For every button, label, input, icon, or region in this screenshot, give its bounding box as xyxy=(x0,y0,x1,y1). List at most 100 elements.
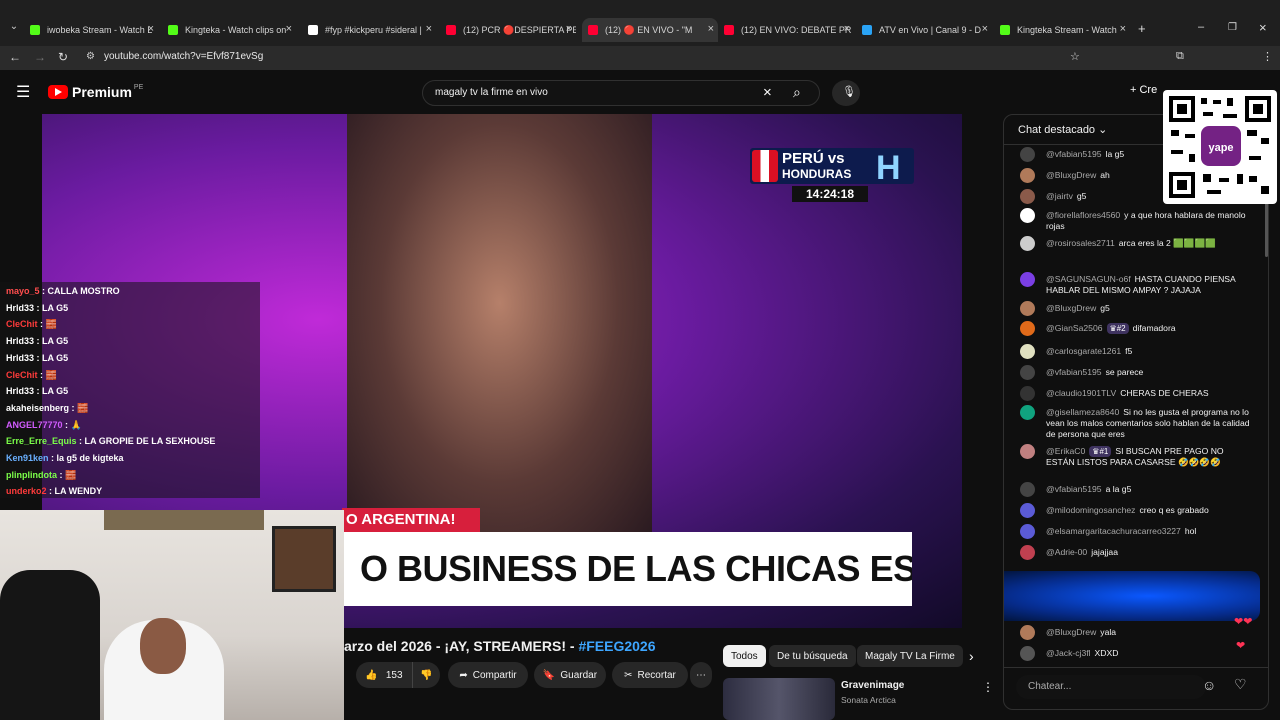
more-actions-button[interactable]: ⋯ xyxy=(690,662,712,688)
avatar[interactable] xyxy=(1020,503,1035,518)
avatar[interactable] xyxy=(1020,147,1035,162)
browser-tab[interactable]: Kingteka Stream - Watch × xyxy=(1000,18,1130,42)
chat-author[interactable]: @BluxgDrew xyxy=(1046,170,1096,180)
chat-author[interactable]: @Jack-cj3fl xyxy=(1046,648,1091,658)
avatar[interactable] xyxy=(1020,405,1035,420)
close-icon[interactable]: × xyxy=(286,23,292,35)
chat-author[interactable]: @rosirosales2711 xyxy=(1046,238,1115,248)
chat-author[interactable]: @fiorellaflores4560 xyxy=(1046,210,1120,220)
voice-search-button[interactable]: 🎙 xyxy=(832,80,860,106)
suggestion-thumbnail[interactable] xyxy=(723,678,835,720)
extensions-icon[interactable]: ⧉ xyxy=(1176,50,1184,63)
browser-tab[interactable]: (12) EN VIVO: DEBATE PR × xyxy=(724,18,854,42)
chat-author[interactable]: @Adrie-00 xyxy=(1046,547,1087,557)
forward-icon[interactable]: → xyxy=(34,50,46,64)
close-icon[interactable]: × xyxy=(148,23,154,35)
overlay-chat-message: : 🙏 xyxy=(62,419,82,430)
search-box[interactable]: magaly tv la firme en vivo × ⌕ xyxy=(422,80,820,106)
chat-author[interactable]: @carlosgarate1261 xyxy=(1046,346,1121,356)
reload-icon[interactable]: ↻ xyxy=(58,50,68,64)
browser-tab[interactable]: #fyp #kickperu #sideral | × xyxy=(308,18,436,42)
close-icon[interactable]: × xyxy=(708,23,714,35)
search-input[interactable]: magaly tv la firme en vivo xyxy=(435,87,548,98)
chat-author[interactable]: @jairtv xyxy=(1046,191,1073,201)
chip-from-search[interactable]: De tu búsqueda xyxy=(769,645,856,667)
save-button[interactable]: 🔖 Guardar xyxy=(534,662,606,688)
bookmark-star-icon[interactable]: ☆ xyxy=(1070,50,1080,63)
youtube-logo[interactable]: Premium PE xyxy=(48,84,143,100)
tab-title: Kingteka - Watch clips on xyxy=(185,25,287,35)
avatar[interactable] xyxy=(1020,625,1035,640)
close-icon[interactable]: × xyxy=(1120,23,1126,35)
maximize-icon[interactable]: ❐ xyxy=(1228,22,1237,33)
avatar[interactable] xyxy=(1020,444,1035,459)
dislike-button[interactable]: 👎 xyxy=(412,662,440,688)
tab-search-icon[interactable]: ⌄ xyxy=(6,21,22,37)
tab-favicon-icon xyxy=(30,25,40,35)
chevron-right-icon[interactable]: › xyxy=(969,648,974,664)
minimize-icon[interactable]: – xyxy=(1198,21,1204,33)
emoji-icon[interactable]: ☺ xyxy=(1202,677,1216,693)
avatar[interactable] xyxy=(1020,386,1035,401)
avatar[interactable] xyxy=(1020,365,1035,380)
video-hashtag[interactable]: #FEEG2026 xyxy=(578,638,655,654)
create-button[interactable]: + Cre xyxy=(1130,84,1157,96)
suggestion-title[interactable]: Gravenimage xyxy=(841,680,904,691)
suggestion-channel[interactable]: Sonata Arctica xyxy=(841,695,896,705)
chat-author[interactable]: @GianSa2506 xyxy=(1046,323,1103,333)
avatar[interactable] xyxy=(1020,344,1035,359)
like-button[interactable]: 👍 153 xyxy=(356,662,412,688)
search-icon[interactable]: ⌕ xyxy=(793,84,801,101)
close-icon[interactable]: × xyxy=(566,23,572,35)
site-info-icon[interactable]: ⚙ xyxy=(86,51,95,62)
back-icon[interactable]: ← xyxy=(9,50,21,64)
chat-author[interactable]: @elsamargaritacachuracarreo3227 xyxy=(1046,526,1181,536)
chat-author[interactable]: @gisellameza8640 xyxy=(1046,407,1119,417)
heart-icon[interactable]: ♡ xyxy=(1234,676,1247,693)
browser-tab[interactable]: Kingteka - Watch clips on × xyxy=(168,18,296,42)
share-button[interactable]: ➦ Compartir xyxy=(448,662,528,688)
url-field[interactable]: youtube.com/watch?v=Efvf871evSg xyxy=(104,51,263,62)
avatar[interactable] xyxy=(1020,168,1035,183)
clear-search-icon[interactable]: × xyxy=(763,84,772,101)
chip-magaly[interactable]: Magaly TV La Firme xyxy=(857,645,963,667)
avatar[interactable] xyxy=(1020,482,1035,497)
chat-author[interactable]: @vfabian5195 xyxy=(1046,149,1102,159)
chat-author[interactable]: @BluxgDrew xyxy=(1046,303,1096,313)
menu-kebab-icon[interactable]: ⋮ xyxy=(1262,50,1273,63)
chat-mode-dropdown[interactable]: Chat destacado ⌄ xyxy=(1018,123,1107,136)
avatar[interactable] xyxy=(1020,545,1035,560)
avatar[interactable] xyxy=(1020,646,1035,661)
close-icon[interactable]: × xyxy=(426,23,432,35)
chat-input-placeholder[interactable]: Chatear... xyxy=(1028,681,1218,705)
thumbs-down-icon: 👎 xyxy=(420,669,433,681)
chat-author[interactable]: @vfabian5195 xyxy=(1046,367,1102,377)
browser-tab-active[interactable]: (12) 🔴 EN VIVO - "M × xyxy=(582,18,718,42)
avatar[interactable] xyxy=(1020,301,1035,316)
close-window-icon[interactable]: × xyxy=(1259,20,1267,35)
chat-author[interactable]: @BluxgDrew xyxy=(1046,627,1096,637)
chat-text: g5 xyxy=(1076,191,1087,201)
browser-tab[interactable]: iwobeka Stream - Watch L × xyxy=(30,18,158,42)
avatar[interactable] xyxy=(1020,189,1035,204)
avatar[interactable] xyxy=(1020,236,1035,251)
hamburger-menu-icon[interactable]: ☰ xyxy=(16,82,30,102)
avatar[interactable] xyxy=(1020,208,1035,223)
avatar[interactable] xyxy=(1020,524,1035,539)
chat-author[interactable]: @ErikaC0 xyxy=(1046,446,1085,456)
clip-button[interactable]: ✂ Recortar xyxy=(612,662,688,688)
suggestion-menu-icon[interactable]: ⋮ xyxy=(982,680,994,694)
close-icon[interactable]: × xyxy=(844,23,850,35)
tab-title: ATV en Vivo | Canal 9 - D xyxy=(879,25,982,35)
browser-tab[interactable]: (12) PCR 🔴DESPIERTA PE × xyxy=(446,18,576,42)
browser-tab[interactable]: ATV en Vivo | Canal 9 - D × xyxy=(862,18,992,42)
chip-all[interactable]: Todos xyxy=(723,645,766,667)
chat-author[interactable]: @claudio1901TLV xyxy=(1046,388,1116,398)
avatar[interactable] xyxy=(1020,321,1035,336)
new-tab-icon[interactable]: + xyxy=(1138,21,1146,36)
close-icon[interactable]: × xyxy=(982,23,988,35)
chat-author[interactable]: @vfabian5195 xyxy=(1046,484,1102,494)
avatar[interactable] xyxy=(1020,272,1035,287)
chat-author[interactable]: @SAGUNSAGUN-o6f xyxy=(1046,274,1131,284)
chat-author[interactable]: @milodomingosanchez xyxy=(1046,505,1135,515)
